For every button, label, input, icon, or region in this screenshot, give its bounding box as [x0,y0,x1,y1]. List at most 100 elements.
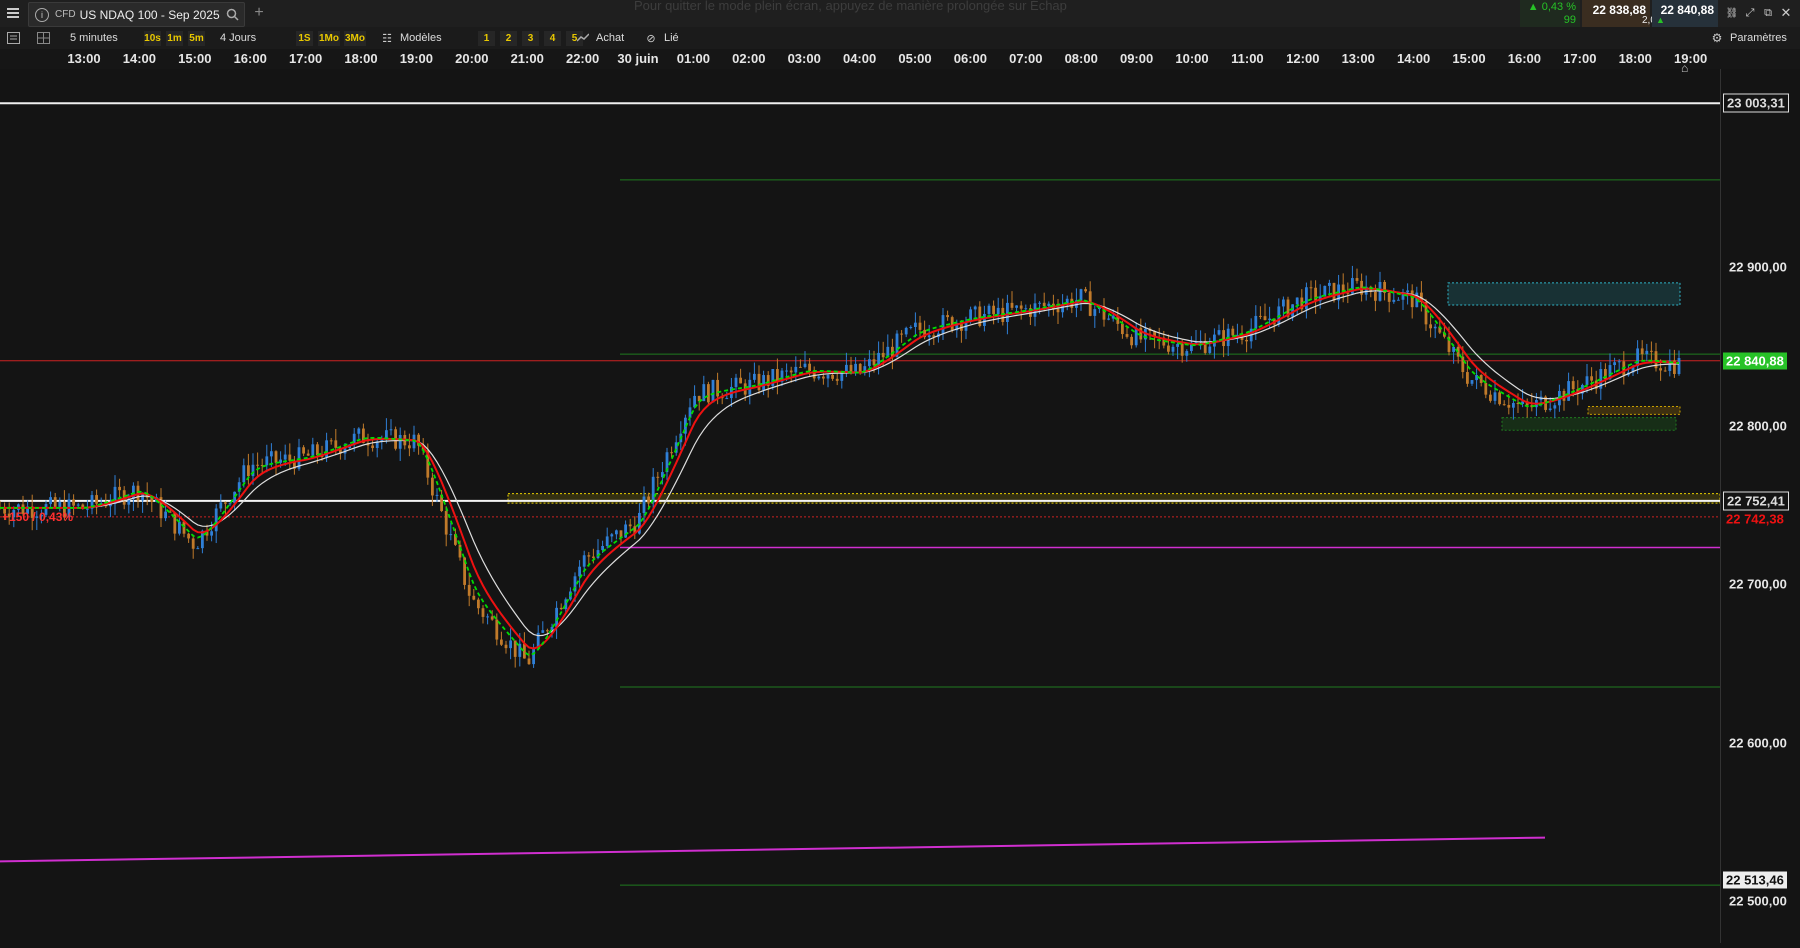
candle-body [247,465,250,477]
price-chart[interactable]: +150 / 0,43% [0,69,1721,943]
candle-body [265,456,269,466]
expand-icon[interactable]: ⤢ [1742,5,1758,21]
candle-body [1245,339,1248,342]
time-axis-label: 16:00 [233,51,267,66]
linked-button[interactable]: Lié [664,30,679,46]
settings-button[interactable]: Paramètres [1730,30,1787,46]
model-slot-3[interactable]: 3 [522,31,539,46]
candle-body [983,313,986,326]
candle-body [1171,346,1175,352]
fullscreen-hint: Pour quitter le mode plein écran, appuye… [634,0,1067,13]
search-icon[interactable] [226,8,239,21]
list-icon[interactable] [4,30,22,46]
candle-body [587,555,591,557]
candle-body [1024,308,1028,310]
models-button[interactable]: Modèles [400,30,442,46]
interval-10s-button[interactable]: 10s [144,31,161,46]
chart-canvas[interactable]: +150 / 0,43% [0,69,1721,943]
candle-body [578,566,581,577]
candle-body [532,648,535,665]
change-pct: 0,43 % [1541,1,1576,13]
candle-body [178,521,181,534]
candle-body [1397,299,1400,301]
price-marker-current: 22 840,88 [1723,352,1787,370]
price-marker-mid: 22 752,41 [1723,491,1789,511]
interval-1m-button[interactable]: 1m [166,31,183,46]
models-icon[interactable]: ☷ [380,31,394,45]
time-axis-label: 11:00 [1231,51,1264,66]
candle-body [1314,287,1317,302]
trade-icon[interactable] [576,31,590,45]
candle-body [1512,403,1515,408]
instrument-tab[interactable]: i CFD US NDAQ 100 - Sep 2025 [28,2,245,27]
candle-body [610,534,614,537]
link-chain-icon[interactable]: ⊘ [644,31,658,45]
candle-body [1355,278,1359,281]
time-axis-label: 03:00 [787,51,821,66]
candle-body [1374,291,1377,301]
candle-body [1254,315,1258,329]
candle-body [274,451,278,463]
candle-body [1571,381,1575,390]
candle-body [444,511,448,535]
range-1s-button[interactable]: 1S [296,31,313,46]
range-3mo-button[interactable]: 3Mo [344,31,366,46]
model-slot-1[interactable]: 1 [478,31,495,46]
model-slot-2[interactable]: 2 [500,31,517,46]
buy-price-button[interactable]: 22 840,88 ▲ [1652,0,1718,27]
interval-dropdown[interactable]: 5 minutes [70,30,118,46]
candle-body [1452,346,1455,352]
candle-body [1093,309,1097,316]
time-axis-label: 15:00 [1452,51,1486,66]
buy-button[interactable]: Achat [596,30,624,46]
info-icon[interactable]: i [35,7,49,22]
interval-5m-button[interactable]: 5m [188,31,205,46]
candle-body [1328,282,1331,286]
candle-body [1134,327,1138,346]
candle-body [210,531,213,536]
candle-body [987,305,991,314]
candle-body [1617,361,1621,363]
hamburger-menu-icon[interactable] [4,4,22,22]
close-icon[interactable]: ✕ [1778,5,1794,21]
candle-body [385,430,388,439]
change-value: 99 [1563,14,1576,26]
price-axis[interactable]: 22 900,00 22 800,00 22 700,00 22 600,00 22 5… [1681,61,1800,943]
candle-body [196,548,200,550]
layout-icon[interactable] [34,30,52,46]
candle-body [656,476,660,478]
settings-gear-icon[interactable]: ⚙ [1710,31,1724,45]
up-arrow-icon: ▲ [1527,1,1539,13]
model-slot-4[interactable]: 4 [544,31,561,46]
candle-body [283,454,287,460]
candle-body [302,447,305,454]
candle-body [1585,376,1589,385]
candle-body [1466,372,1469,384]
candle-body [398,434,402,449]
candle-body [904,327,908,335]
candle-body [72,499,75,506]
candle-body [817,376,821,379]
range-1mo-button[interactable]: 1Mo [318,31,340,46]
candle-body [794,366,798,373]
popout-icon[interactable]: ⧉ [1760,5,1776,21]
link-icon[interactable]: ⛓ [1724,5,1740,21]
time-axis-label: 17:00 [288,51,323,66]
add-tab-plus-icon[interactable]: + [250,4,268,22]
candle-body [734,377,738,387]
candle-body [472,595,476,600]
scroll-home-icon[interactable]: ⌂ [1681,61,1688,75]
candle-body [1479,375,1483,383]
price-axis-label: 22 600,00 [1729,735,1787,750]
candle-body [1084,289,1087,292]
candle-body [1038,302,1041,304]
candle-body [527,658,531,665]
time-axis-label: 01:00 [676,51,711,66]
candle-body [946,315,949,318]
candle-body [1295,297,1299,305]
candle-body [1107,318,1110,320]
range-dropdown[interactable]: 4 Jours [220,30,256,46]
candle-body [1410,290,1414,308]
top-bar: i CFD US NDAQ 100 - Sep 2025 + Pour quit… [0,0,1800,28]
time-axis-label: 15:00 [178,51,212,66]
